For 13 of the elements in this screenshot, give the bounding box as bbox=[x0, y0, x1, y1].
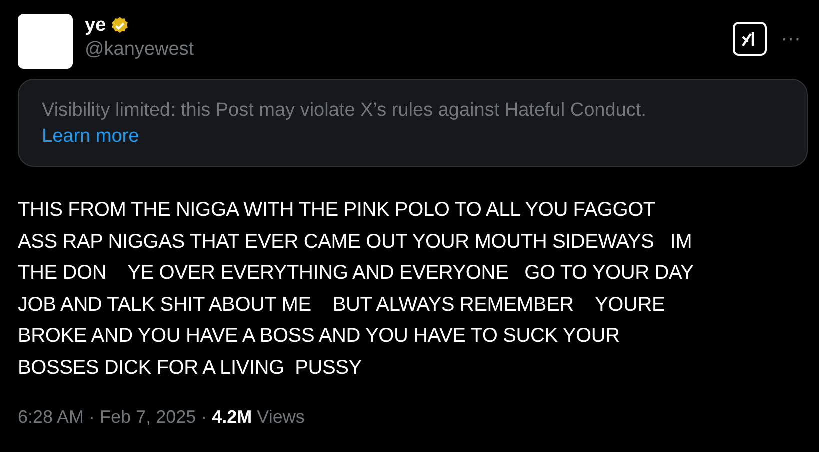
separator-dot: · bbox=[201, 406, 208, 429]
views-label: Views bbox=[256, 406, 305, 429]
notice-text: Visibility limited: this Post may violate X’s rules against Hateful Conduct. bbox=[42, 99, 648, 123]
post-text: THIS FROM THE NIGGA WITH THE PINK POLO TO ALL YOU FAGGOT ASS RAP NIGGAS THAT EVER CAME OUT YOUR MOUTH SIDEWAYS IM THE DON YE OVER EVERYTHING AND EVERYONE GO TO YOUR DAY JOB AND TALK SHIT ABOUT ME BUT ALWAYS REMEMBER YOURE BROKE AND YOU HAVE A BOSS AND YOU HAVE TO SUCK YOUR BOSSES DICK FOR A LIVING PUSSY bbox=[18, 198, 695, 380]
author-handle[interactable]: @kanyewest bbox=[85, 38, 194, 62]
views-count: 4.2M bbox=[212, 406, 252, 429]
grok-button[interactable] bbox=[733, 22, 768, 56]
post-date[interactable]: Feb 7, 2025 bbox=[100, 404, 196, 431]
more-button[interactable]: ··· bbox=[781, 29, 801, 49]
author-name[interactable]: ye bbox=[85, 14, 106, 38]
separator-dot: · bbox=[89, 406, 96, 429]
post-time[interactable]: 6:28 AM bbox=[18, 404, 84, 431]
learn-more-link[interactable]: Learn more bbox=[42, 124, 140, 150]
